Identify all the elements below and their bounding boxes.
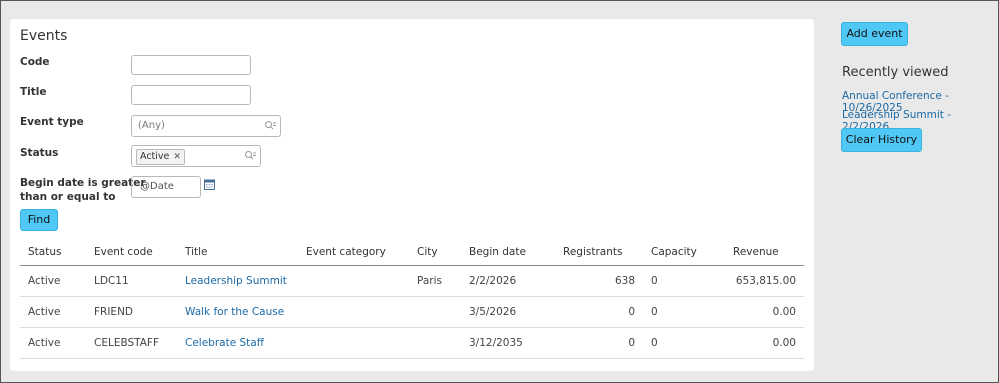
close-icon[interactable]: ✕ xyxy=(173,152,181,162)
registrants-cell: 0 xyxy=(555,296,643,328)
column-header[interactable]: Revenue xyxy=(725,239,804,266)
add-event-button[interactable]: Add event xyxy=(841,22,908,46)
begin-date-label-line1: Begin date is greater xyxy=(20,177,146,189)
title-input[interactable] xyxy=(131,85,251,105)
column-header[interactable]: Title xyxy=(177,239,298,266)
event-title-link[interactable]: Celebrate Staff xyxy=(185,337,264,349)
status-cell: Active xyxy=(20,327,86,359)
begin-date-input[interactable]: @Date xyxy=(131,176,201,198)
status-lookup[interactable]: Active ✕ xyxy=(131,145,261,167)
find-button[interactable]: Find xyxy=(20,209,58,231)
column-header[interactable]: Registrants xyxy=(555,239,643,266)
begin-date-label: Begin date is greater than or equal to xyxy=(20,176,146,204)
event-code-cell: CELEBSTAFF xyxy=(86,327,177,359)
status-cell: Active xyxy=(20,265,86,297)
code-input[interactable] xyxy=(131,55,251,75)
status-tag: Active ✕ xyxy=(136,149,185,165)
event-type-label: Event type xyxy=(20,116,84,128)
registrants-cell: 0 xyxy=(555,327,643,359)
city-cell xyxy=(409,296,461,328)
city-cell: Paris xyxy=(409,265,461,297)
column-header[interactable]: Capacity xyxy=(643,239,725,266)
begin-date-label-line2: than or equal to xyxy=(20,191,116,203)
table-row: Active FRIEND Walk for the Cause 3/5/202… xyxy=(20,296,804,328)
table-header-row: Status Event code Title Event category C… xyxy=(20,239,804,266)
status-tag-label: Active xyxy=(140,151,170,162)
magnifier-list-icon[interactable] xyxy=(244,150,256,162)
events-results-table: Status Event code Title Event category C… xyxy=(20,239,804,359)
category-cell xyxy=(298,265,409,297)
event-code-cell: LDC11 xyxy=(86,265,177,297)
title-cell: Walk for the Cause xyxy=(177,296,298,328)
column-header[interactable]: Status xyxy=(20,239,86,266)
table-row: Active LDC11 Leadership Summit Paris 2/2… xyxy=(20,265,804,297)
event-title-link[interactable]: Leadership Summit xyxy=(185,275,287,287)
revenue-cell: 0.00 xyxy=(725,327,804,359)
event-type-placeholder: (Any) xyxy=(138,120,165,131)
code-label: Code xyxy=(20,56,50,68)
title-cell: Leadership Summit xyxy=(177,265,298,297)
page-title: Events xyxy=(20,28,68,44)
column-header[interactable]: City xyxy=(409,239,461,266)
column-header[interactable]: Event category xyxy=(298,239,409,266)
city-cell xyxy=(409,327,461,359)
title-label: Title xyxy=(20,86,47,98)
revenue-cell: 0.00 xyxy=(725,296,804,328)
table-row: Active CELEBSTAFF Celebrate Staff 3/12/2… xyxy=(20,327,804,359)
capacity-cell: 0 xyxy=(643,296,725,328)
magnifier-list-icon[interactable] xyxy=(264,120,276,132)
recently-viewed-title: Recently viewed xyxy=(842,65,949,80)
event-code-cell: FRIEND xyxy=(86,296,177,328)
begin-date-cell: 2/2/2026 xyxy=(461,265,555,297)
category-cell xyxy=(298,296,409,328)
capacity-cell: 0 xyxy=(643,327,725,359)
event-title-link[interactable]: Walk for the Cause xyxy=(185,306,284,318)
capacity-cell: 0 xyxy=(643,265,725,297)
clear-history-button[interactable]: Clear History xyxy=(841,128,922,152)
begin-date-cell: 3/5/2026 xyxy=(461,296,555,328)
column-header[interactable]: Begin date xyxy=(461,239,555,266)
begin-date-cell: 3/12/2035 xyxy=(461,327,555,359)
status-cell: Active xyxy=(20,296,86,328)
events-search-panel: Events Code Title Event type (Any) Statu… xyxy=(10,19,814,371)
column-header[interactable]: Event code xyxy=(86,239,177,266)
title-cell: Celebrate Staff xyxy=(177,327,298,359)
status-label: Status xyxy=(20,147,59,159)
registrants-cell: 638 xyxy=(555,265,643,297)
event-type-lookup[interactable]: (Any) xyxy=(131,115,281,137)
revenue-cell: 653,815.00 xyxy=(725,265,804,297)
category-cell xyxy=(298,327,409,359)
calendar-icon[interactable] xyxy=(204,179,215,190)
